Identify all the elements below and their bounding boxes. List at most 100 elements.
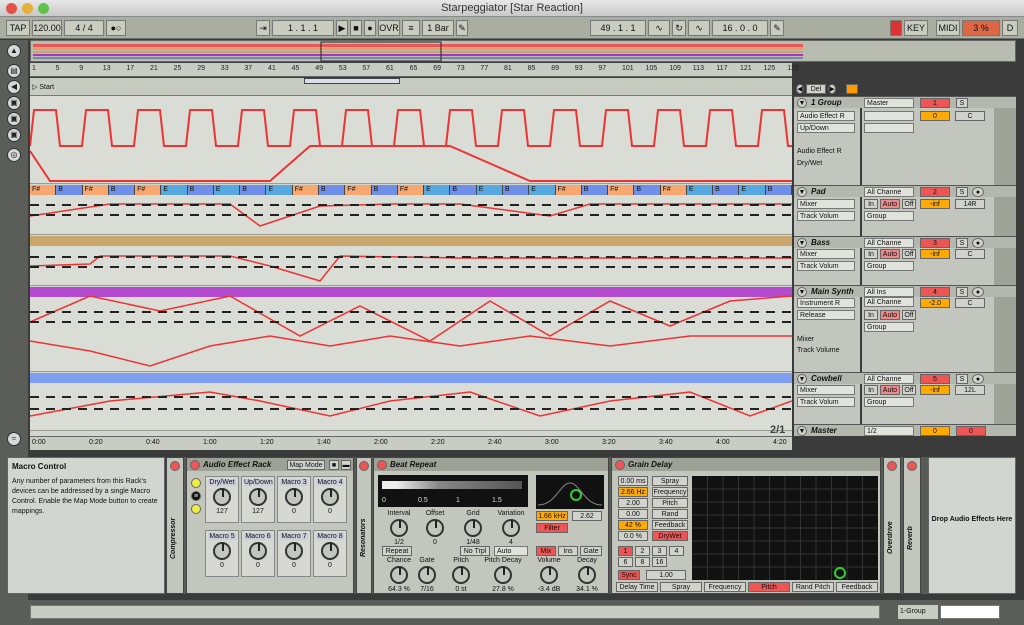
group-sub-output-field[interactable] [864, 123, 914, 133]
solo-button-main-synth[interactable]: S [956, 287, 968, 297]
stop-button[interactable]: ■ [350, 20, 362, 36]
master-volume-field[interactable]: 0 [920, 426, 950, 436]
pitch-decay-knob[interactable]: Pitch Decay 27.8 % [478, 557, 528, 593]
macro-7[interactable]: Macro 7 0 [277, 530, 311, 577]
samples-browser-icon[interactable]: ▣ [7, 128, 21, 142]
track-name-pad[interactable]: Pad [811, 186, 826, 198]
lock-icon[interactable] [846, 84, 858, 94]
compressor-device[interactable]: Compressor [166, 457, 184, 594]
drywet-label[interactable]: DryWet [652, 531, 688, 541]
group-output-routing[interactable]: Master [864, 98, 914, 108]
main-synth-output-routing[interactable]: Group [864, 322, 914, 332]
zoom-window-button[interactable] [38, 3, 49, 14]
bass-param-chooser[interactable]: Track Volum [797, 261, 855, 271]
monitor-off-main-synth[interactable]: Off [902, 310, 916, 320]
macro-knob[interactable] [321, 488, 339, 506]
rack-save-icon[interactable]: ■ [329, 460, 339, 470]
rack-fold-icon[interactable]: ▬ [341, 460, 351, 470]
xy-axis-pitch[interactable]: Pitch [748, 582, 790, 592]
pad-output-routing[interactable]: Group [864, 211, 914, 221]
cowbell-input-routing[interactable]: All Channe [864, 374, 914, 384]
devices-browser-icon[interactable]: ▤ [7, 64, 21, 78]
repeat-button[interactable]: Repeat [382, 546, 412, 556]
arrangement-overview[interactable] [30, 40, 1016, 62]
delete-locator-button[interactable]: Del [806, 84, 826, 94]
pad-input-routing[interactable]: All Channe [864, 187, 914, 197]
no-triplets-button[interactable]: No Trpl [460, 546, 490, 556]
reverb-power-icon[interactable] [907, 461, 917, 471]
xy-axis-spray[interactable]: Spray [660, 582, 702, 592]
track-name-master[interactable]: Master [811, 425, 837, 437]
pitch-label[interactable]: Pitch [652, 498, 688, 508]
resonators-device[interactable]: Resonators [356, 457, 372, 594]
volume-field-cowbell[interactable]: -inf [920, 385, 950, 395]
sync-division-1[interactable]: 1 [618, 546, 633, 556]
locator-bar[interactable]: ▷ Start [30, 78, 792, 96]
track-name-bass[interactable]: Bass [811, 237, 830, 249]
delay-time-field[interactable]: 0.00 ms [618, 476, 648, 486]
rand-pitch-label[interactable]: Rand Pitch [652, 509, 688, 527]
macro-8[interactable]: Macro 8 0 [313, 530, 347, 577]
main-synth-input-channel[interactable]: All Channe [864, 297, 914, 307]
feedback-field[interactable]: 42 % [618, 520, 648, 530]
time-field[interactable]: 1.00 [646, 570, 686, 580]
macro-knob[interactable] [213, 488, 231, 506]
macro-knob[interactable] [249, 488, 267, 506]
arm-button-main-synth[interactable]: ● [972, 287, 984, 297]
audio-effect-rack[interactable]: Audio Effect Rack Map Mode ■ ▬ ≡ Dry/Wet… [186, 457, 354, 594]
cowbell-param-chooser[interactable]: Track Volum [797, 397, 855, 407]
arrangement-position-field[interactable]: 1 . 1 . 1 [272, 20, 334, 36]
macro-knob[interactable] [249, 542, 267, 560]
beat-repeat-device[interactable]: Beat Repeat 0 0.5 1 1.5 Interval 1/2 Offs… [373, 457, 609, 594]
track-name-group[interactable]: 1 Group [811, 97, 842, 109]
fold-group-icon[interactable]: ▼ [797, 98, 807, 108]
monitor-in-cowbell[interactable]: In [864, 385, 878, 395]
fold-cowbell-icon[interactable]: ▼ [797, 374, 807, 384]
main-synth-track-header[interactable]: ▼ Main Synth All Ins 4 S ● [794, 285, 1016, 297]
loop-brace[interactable] [304, 78, 400, 84]
macro-knob[interactable] [285, 488, 303, 506]
draw-mode-button[interactable]: ✎ [456, 20, 468, 36]
monitor-auto-main-synth[interactable]: Auto [880, 310, 900, 320]
resonators-power-icon[interactable] [359, 461, 369, 471]
filter-display[interactable] [536, 475, 604, 509]
drywet-field[interactable]: 0.0 % [618, 531, 648, 541]
solo-button-group[interactable]: S [956, 98, 968, 108]
xy-axis-frequency[interactable]: Frequency [704, 582, 746, 592]
places-browser-icon[interactable]: ▣ [7, 112, 21, 126]
fold-bass-icon[interactable]: ▼ [797, 238, 807, 248]
spray-label[interactable]: Spray [652, 476, 688, 486]
bass-device-chooser[interactable]: Mixer [797, 249, 855, 259]
rand-pitch-field[interactable]: 0.00 [618, 509, 648, 519]
compressor-power-icon[interactable] [170, 461, 180, 471]
sync-division-6[interactable]: 6 [618, 557, 633, 567]
monitor-auto-bass[interactable]: Auto [880, 249, 900, 259]
macro-6[interactable]: Macro 6 0 [241, 530, 275, 577]
pan-field-main-synth[interactable]: C [955, 298, 985, 308]
tempo-field[interactable]: 120.00 [32, 20, 62, 36]
volume-field-main-synth[interactable]: -2.0 [920, 298, 950, 308]
volume-field-bass[interactable]: -inf [920, 249, 950, 259]
macro-2[interactable]: Up/Down 127 [241, 476, 275, 523]
browser-toggle-icon[interactable]: ▲ [7, 44, 21, 58]
track-name-cowbell[interactable]: Cowbell [811, 373, 842, 385]
group-track-header[interactable]: ▼ 1 Group Master 1 S [794, 96, 1016, 108]
track-activator-group[interactable]: 1 [920, 98, 950, 108]
pad-track-header[interactable]: ▼ Pad All Channe 2 S ● [794, 185, 1016, 197]
quantization-menu[interactable]: 1 Bar [422, 20, 454, 36]
pan-field-cowbell[interactable]: 12L [955, 385, 985, 395]
xy-axis-rand-pitch[interactable]: Rand Pitch [792, 582, 834, 592]
punch-out-button[interactable]: ∿ [688, 20, 710, 36]
info-view-toggle-icon[interactable]: ≈ [7, 432, 21, 446]
loop-length-field[interactable]: 16 . 0 . 0 [712, 20, 768, 36]
volume-field-group[interactable]: 0 [920, 111, 950, 121]
rack-show-devices-icon[interactable] [191, 504, 201, 514]
track-activator-pad[interactable]: 2 [920, 187, 950, 197]
macro-1[interactable]: Dry/Wet 127 [205, 476, 239, 523]
solo-button-pad[interactable]: S [956, 187, 968, 197]
reverb-device[interactable]: Reverb [903, 457, 921, 594]
automation-arm-button[interactable]: ≡ [402, 20, 420, 36]
time-signature-field[interactable]: 4 / 4 [64, 20, 104, 36]
overdrive-power-icon[interactable] [887, 461, 897, 471]
midi-map-button[interactable]: MIDI [936, 20, 960, 36]
